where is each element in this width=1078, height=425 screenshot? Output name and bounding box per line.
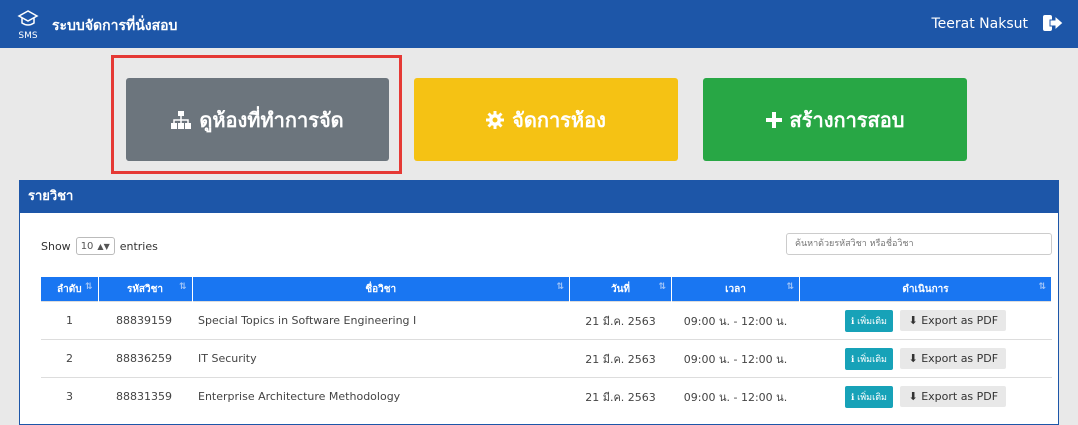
sort-icon: ⇅ [1038,282,1046,292]
sort-icon: ⇅ [178,282,187,292]
entries-label: entries [119,239,158,253]
row-number: 2 [41,339,98,378]
row-number: 1 [41,301,98,340]
sort-icon: ⇅ [658,282,666,292]
download-icon: ⬇ [908,314,922,327]
table-row: 2 88836259 IT Security 21 มี.ค. 2563 09:… [41,339,1052,378]
row-number: 3 [41,377,98,415]
row-actions: ℹ เพิ่มเติม ⬇ Export as PDF [799,377,1052,415]
course-name: IT Security [192,339,570,378]
top-navbar: SMS ระบบจัดการที่นั่งสอบ Teerat Naksut [0,0,1078,48]
gear-icon [486,110,505,129]
sitemap-icon [171,110,192,129]
manage-rooms-label: จัดการห้อง [512,107,606,132]
course-name: Special Topics in Software Engineering I [192,301,570,340]
table-controls: Show 10 ▲▼ entries [20,213,1058,257]
column-header[interactable]: ชื่อวิชา ⇅ [192,277,570,302]
exam-time: 09:00 น. - 12:00 น. [671,377,800,415]
export-pdf-button[interactable]: ⬇ Export as PDF [900,348,1007,369]
app-title[interactable]: ระบบจัดการที่นั่งสอบ [52,15,177,37]
more-info-button[interactable]: ℹ เพิ่มเติม [844,347,893,370]
search-input[interactable] [786,233,1052,255]
export-pdf-button[interactable]: ⬇ Export as PDF [900,386,1007,407]
table-header-row: ลำดับ ⇅ รหัสวิชา ⇅ ชื่อวิชา ⇅ วันที่ ⇅ เวลา ⇅… [41,277,1052,302]
more-info-button[interactable]: ℹ เพิ่มเติม [844,309,893,332]
user-name[interactable]: Teerat Naksut [932,16,1029,32]
entries-select[interactable]: 10 ▲▼ [75,237,115,255]
view-rooms-label: ดูห้องที่ทำการจัด [199,107,344,132]
show-label: Show [41,239,71,253]
table-row: 3 88831359 Enterprise Architecture Metho… [41,377,1052,415]
exam-time: 09:00 น. - 12:00 น. [671,301,800,340]
table-row: 1 88839159 Special Topics in Software En… [41,301,1052,340]
more-info-button[interactable]: ℹ เพิ่มเติม [844,385,893,408]
column-header[interactable]: รหัสวิชา ⇅ [98,277,193,302]
sort-icon: ⇅ [84,282,93,292]
column-header[interactable]: วันที่ ⇅ [569,277,672,302]
manage-rooms-button[interactable]: จัดการห้อง [414,78,678,161]
plus-icon [765,111,782,128]
export-pdf-button[interactable]: ⬇ Export as PDF [900,310,1007,331]
create-exam-label: สร้างการสอบ [789,107,905,132]
courses-table: ลำดับ ⇅ รหัสวิชา ⇅ ชื่อวิชา ⇅ วันที่ ⇅ เวลา ⇅… [41,277,1052,415]
exam-time: 09:00 น. - 12:00 น. [671,339,800,378]
download-icon: ⬇ [908,390,922,403]
view-rooms-button[interactable]: ดูห้องที่ทำการจัด [126,78,389,161]
course-code: 88839159 [98,301,192,340]
panel-title: รายวิชา [20,181,1058,213]
create-exam-button[interactable]: สร้างการสอบ [703,78,967,161]
brand-abbr: SMS [18,31,37,41]
row-actions: ℹ เพิ่มเติม ⬇ Export as PDF [799,339,1052,378]
course-code: 88836259 [98,339,192,378]
select-caret-icon: ▲▼ [97,241,110,251]
courses-panel: รายวิชา Show 10 ▲▼ entries ลำดับ⇅ รหัสวิ… [19,180,1059,425]
download-icon: ⬇ [908,352,922,365]
column-header[interactable]: ลำดับ ⇅ [41,277,99,302]
course-code: 88831359 [98,377,192,415]
exam-date: 21 มี.ค. 2563 [569,339,672,378]
column-header[interactable]: เวลา ⇅ [671,277,800,302]
sms-logo-icon[interactable]: SMS [14,9,42,41]
exam-date: 21 มี.ค. 2563 [569,301,672,340]
logout-icon[interactable] [1042,12,1064,34]
row-actions: ℹ เพิ่มเติม ⬇ Export as PDF [799,301,1052,340]
entries-value: 10 [80,240,94,252]
sort-icon: ⇅ [556,282,564,292]
column-header[interactable]: ดำเนินการ ⇅ [799,277,1052,302]
entries-control: Show 10 ▲▼ entries [41,237,158,255]
course-name: Enterprise Architecture Methodology [192,377,570,415]
sort-icon: ⇅ [786,282,794,292]
exam-date: 21 มี.ค. 2563 [569,377,672,415]
